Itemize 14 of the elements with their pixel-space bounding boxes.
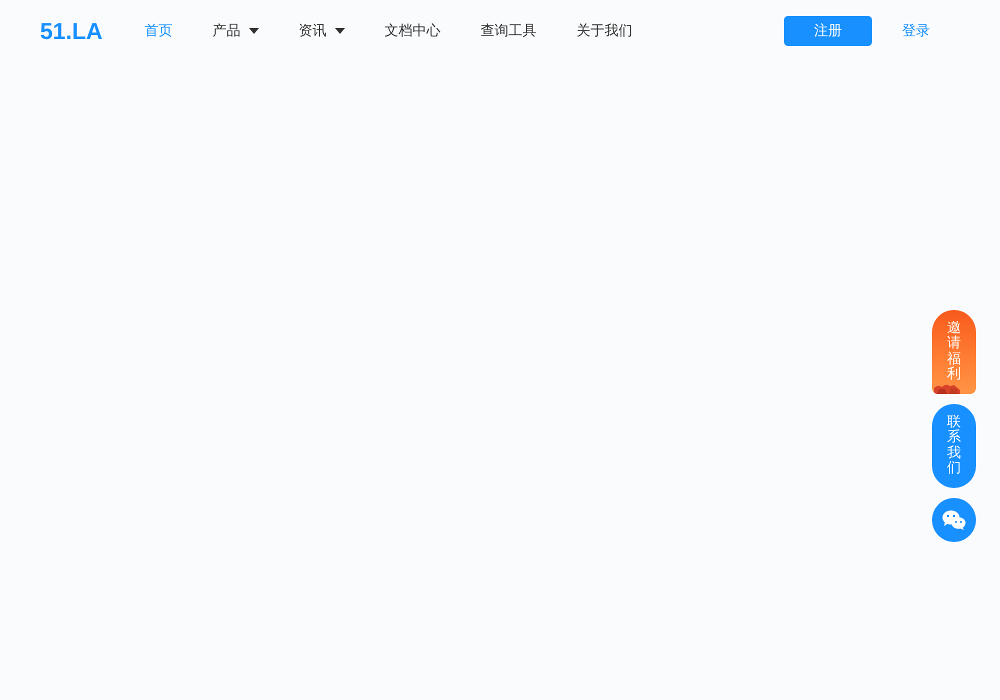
chat-button[interactable] [932,498,976,542]
nav-link[interactable]: 文档中心 [384,21,441,41]
register-button[interactable]: 注册 [784,16,872,46]
login-link[interactable]: 登录 [902,21,930,41]
nav-link[interactable]: 资讯 [298,21,345,41]
decoration-illustration [934,382,960,394]
nav-link[interactable]: 产品 [212,21,259,41]
contact-us-button[interactable]: 联系我们 [932,404,976,488]
nav-link[interactable]: 首页 [144,21,173,41]
nav-link[interactable]: 关于我们 [576,21,633,41]
logo[interactable]: 51.LA [40,19,103,43]
invite-rewards-button[interactable]: 邀请福利 [932,310,976,394]
chat-bubbles-icon [942,510,966,530]
nav-link[interactable]: 查询工具 [480,21,537,41]
